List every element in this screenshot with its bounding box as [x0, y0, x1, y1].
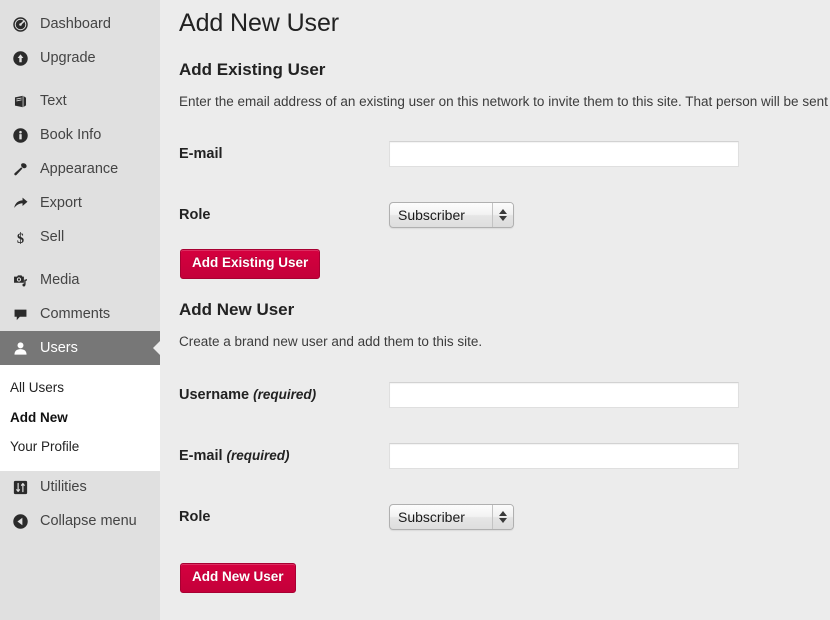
- form-row-new-email: E-mail (required): [179, 425, 739, 486]
- sidebar-item-label: Users: [40, 339, 78, 356]
- sidebar-item-book-info[interactable]: Book Info: [0, 118, 160, 152]
- user-person-icon: [9, 338, 31, 358]
- submenu-item-label: Your Profile: [10, 439, 80, 455]
- sidebar-divider: [0, 254, 160, 263]
- existing-email-label: E-mail: [179, 145, 223, 162]
- sidebar-item-label: Collapse menu: [40, 513, 137, 530]
- admin-sidebar: Dashboard Upgrade Text Book Info Appeara…: [0, 0, 160, 620]
- collapse-left-circle-icon: [9, 512, 31, 532]
- form-row-existing-email: E-mail: [179, 123, 739, 184]
- sidebar-group-tools: Utilities Collapse menu: [0, 471, 160, 539]
- page-title: Add New User: [179, 9, 339, 37]
- new-username-label-text: Username: [179, 386, 250, 403]
- new-username-label: Username (required): [179, 364, 389, 425]
- sidebar-item-appearance[interactable]: Appearance: [0, 152, 160, 186]
- sidebar-item-label: Dashboard: [40, 15, 111, 32]
- existing-email-field-cell: [389, 123, 739, 184]
- sidebar-item-sell[interactable]: $ Sell: [0, 220, 160, 254]
- form-row-new-username: Username (required): [179, 364, 739, 425]
- sidebar-item-add-new[interactable]: Add New: [0, 403, 160, 433]
- new-email-label: E-mail (required): [179, 425, 389, 486]
- form-row-new-submit: Add New User: [179, 547, 739, 594]
- add-existing-user-form: E-mail Role Subscriber Add Existing User: [179, 123, 739, 280]
- existing-email-input[interactable]: [389, 140, 739, 167]
- form-row-new-role: Role Subscriber: [179, 486, 739, 547]
- info-circle-icon: [9, 125, 31, 145]
- new-submit-cell: Add New User: [179, 547, 739, 594]
- paintbrush-icon: [9, 159, 31, 179]
- add-existing-user-button[interactable]: Add Existing User: [180, 249, 321, 280]
- utilities-sliders-icon: [9, 478, 31, 498]
- chevron-down-icon: [499, 517, 507, 523]
- new-email-required-note: (required): [226, 447, 290, 463]
- new-username-required-note: (required): [253, 386, 317, 402]
- sidebar-item-label: Upgrade: [40, 49, 96, 66]
- existing-role-select[interactable]: Subscriber: [389, 201, 514, 228]
- sidebar-item-label: Media: [40, 271, 80, 288]
- existing-role-label: Role: [179, 206, 211, 223]
- new-email-field-cell: [389, 425, 739, 486]
- submenu-item-label: Add New: [10, 409, 68, 425]
- submenu-item-label: All Users: [10, 380, 65, 395]
- new-username-field-cell: [389, 364, 739, 425]
- upgrade-arrow-up-circle-icon: [9, 48, 31, 68]
- new-role-select[interactable]: Subscriber: [389, 503, 514, 530]
- sidebar-item-comments[interactable]: Comments: [0, 297, 160, 331]
- new-role-label: Role: [179, 508, 211, 525]
- dollar-sign-icon: $: [9, 227, 31, 247]
- new-email-input[interactable]: [389, 442, 739, 469]
- sidebar-item-label: Text: [40, 92, 67, 109]
- sidebar-item-label: Sell: [40, 228, 65, 245]
- book-icon: [9, 91, 31, 111]
- section-title-add-existing-user: Add Existing User: [179, 59, 326, 79]
- sidebar-group-content: Text Book Info Appearance Export $ Sell: [0, 84, 160, 254]
- chevron-up-icon: [499, 510, 507, 516]
- main-content: Add New User Add Existing User Enter the…: [160, 0, 830, 620]
- sidebar-item-upgrade[interactable]: Upgrade: [0, 41, 160, 75]
- new-username-input[interactable]: [389, 381, 739, 408]
- stepper-arrows-icon[interactable]: [492, 504, 513, 529]
- stepper-arrows-icon[interactable]: [492, 202, 513, 227]
- dashboard-gauge-icon: [9, 14, 31, 34]
- sidebar-item-export[interactable]: Export: [0, 186, 160, 220]
- new-role-field-cell: Subscriber: [389, 486, 739, 547]
- new-role-selected-value: Subscriber: [398, 508, 465, 525]
- sidebar-item-label: Comments: [40, 305, 111, 322]
- add-new-user-form: Username (required) E-mail (required) Ro…: [179, 364, 739, 594]
- section-description-add-new-user: Create a brand new user and add them to …: [179, 334, 483, 350]
- comment-bubble-icon: [9, 304, 31, 324]
- existing-role-selected-value: Subscriber: [398, 206, 465, 223]
- arrow-right-curve-icon: [9, 193, 31, 213]
- sidebar-item-label: Appearance: [40, 160, 119, 177]
- form-row-existing-submit: Add Existing User: [179, 245, 739, 280]
- sidebar-item-users[interactable]: Users: [0, 331, 160, 365]
- sidebar-item-media[interactable]: Media: [0, 263, 160, 297]
- add-new-user-button[interactable]: Add New User: [180, 563, 296, 594]
- chevron-down-icon: [499, 215, 507, 221]
- svg-text:$: $: [16, 230, 23, 245]
- sidebar-item-label: Book Info: [40, 126, 102, 143]
- existing-submit-cell: Add Existing User: [179, 245, 739, 280]
- media-camera-music-icon: [9, 270, 31, 290]
- sidebar-item-all-users[interactable]: All Users: [0, 373, 160, 403]
- sidebar-item-your-profile[interactable]: Your Profile: [0, 432, 160, 462]
- sidebar-item-collapse-menu[interactable]: Collapse menu: [0, 505, 160, 539]
- admin-screen: Dashboard Upgrade Text Book Info Appeara…: [0, 0, 830, 620]
- sidebar-submenu-users: All Users Add New Your Profile: [0, 365, 160, 471]
- sidebar-item-dashboard[interactable]: Dashboard: [0, 7, 160, 41]
- sidebar-group-main: Dashboard Upgrade: [0, 7, 160, 75]
- sidebar-item-label: Export: [40, 194, 82, 211]
- sidebar-item-text[interactable]: Text: [0, 84, 160, 118]
- new-email-label-text: E-mail: [179, 447, 223, 464]
- sidebar-item-label: Utilities: [40, 479, 87, 496]
- chevron-up-icon: [499, 208, 507, 214]
- existing-role-field-cell: Subscriber: [389, 184, 739, 245]
- sidebar-divider: [0, 75, 160, 84]
- section-description-add-existing-user: Enter the email address of an existing u…: [179, 93, 828, 109]
- section-title-add-new-user: Add New User: [179, 300, 295, 320]
- sidebar-item-utilities[interactable]: Utilities: [0, 471, 160, 505]
- sidebar-group-site: Media Comments Users: [0, 263, 160, 365]
- form-row-existing-role: Role Subscriber: [179, 184, 739, 245]
